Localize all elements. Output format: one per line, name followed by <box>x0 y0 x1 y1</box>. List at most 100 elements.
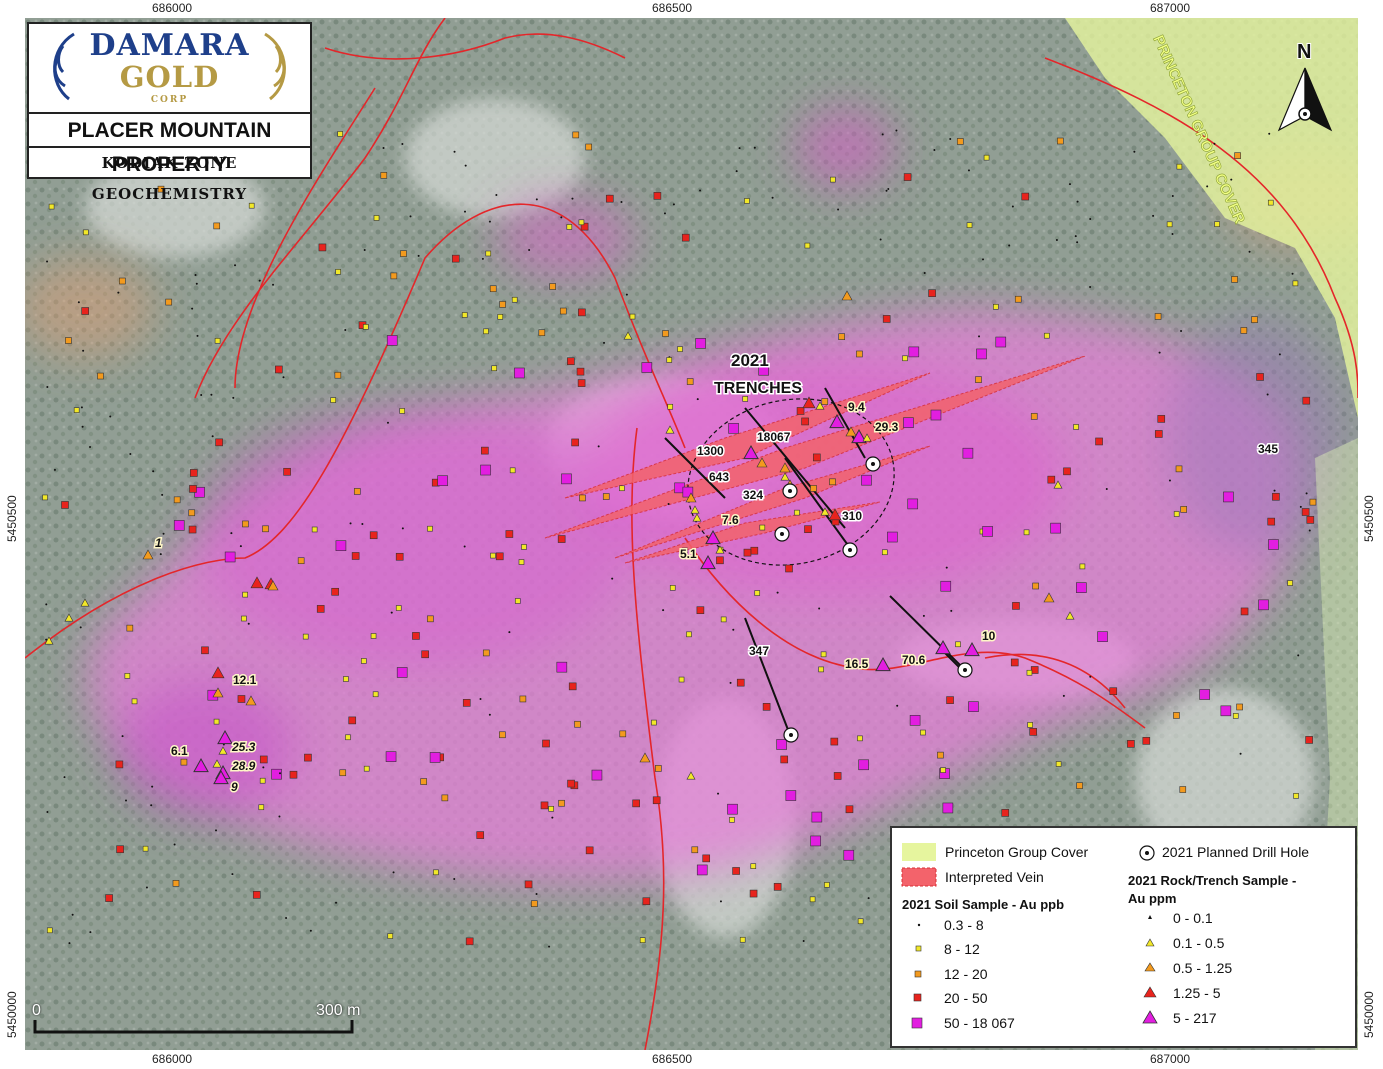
soil-sample <box>1258 599 1269 611</box>
soil-sample <box>802 940 805 943</box>
soil-sample <box>602 493 610 500</box>
soil-sample <box>548 805 554 812</box>
grid-label-left-5450000: 5450000 <box>5 991 19 1038</box>
soil-sample <box>585 846 594 855</box>
drill-hole[interactable] <box>842 542 858 558</box>
soil-sample <box>465 937 474 946</box>
soil-sample <box>629 313 636 320</box>
soil-sample <box>387 933 394 939</box>
sample-label: 324 <box>743 488 763 502</box>
soil-sample <box>105 894 113 902</box>
soil-sample <box>451 254 460 263</box>
drill-hole[interactable] <box>783 727 799 743</box>
soil-sample <box>804 525 812 533</box>
soil-sample <box>716 556 724 565</box>
soil-sample <box>750 863 757 869</box>
soil-sample <box>489 285 497 293</box>
grid-label-bottom-686500: 686500 <box>652 1052 693 1066</box>
soil-sample <box>278 815 281 818</box>
soil-sample <box>46 260 49 263</box>
soil-sample <box>1267 517 1276 526</box>
soil-sample <box>578 308 586 317</box>
soil-sample <box>125 799 128 802</box>
soil-sample <box>810 835 821 847</box>
soil-sample <box>117 291 120 294</box>
soil-sample <box>812 453 821 462</box>
soil-sample <box>68 942 71 945</box>
soil-sample <box>1166 221 1173 228</box>
soil-sample <box>695 338 706 349</box>
soil-sample <box>499 731 506 739</box>
soil-sample <box>531 900 538 908</box>
soil-sample <box>464 164 467 167</box>
soil-sample <box>881 549 888 556</box>
soil-sample <box>318 243 327 252</box>
soil-sample <box>1023 529 1030 536</box>
soil-sample <box>1154 430 1163 438</box>
soil-sample <box>363 765 370 772</box>
soil-sample <box>743 548 752 557</box>
soil-sample <box>833 772 842 780</box>
soil-sample <box>785 564 793 573</box>
soil-sample <box>1076 782 1083 789</box>
soil-sample <box>1173 712 1180 719</box>
soil-sample <box>194 273 197 276</box>
soil-sample <box>488 220 491 223</box>
soil-sample <box>1089 217 1092 220</box>
soil-sample <box>53 468 56 471</box>
soil-sample <box>189 469 198 477</box>
soil-sample <box>152 470 155 473</box>
soil-sample <box>360 658 367 664</box>
soil-sample <box>867 897 870 900</box>
soil-sample <box>302 633 309 640</box>
soil-sample <box>879 238 882 241</box>
soil-sample <box>699 189 702 192</box>
sample-label: 18067 <box>757 430 791 444</box>
soil-sample <box>662 609 665 612</box>
soil-sample <box>61 501 69 509</box>
soil-sample <box>605 194 614 203</box>
soil-sample <box>239 545 242 548</box>
soil-sample <box>579 494 586 502</box>
soil-sample <box>278 772 281 775</box>
soil-sample <box>1273 489 1276 492</box>
soil-sample <box>903 173 912 181</box>
soil-sample <box>801 417 809 426</box>
soil-sample <box>65 337 72 344</box>
soil-sample <box>950 609 953 612</box>
soil-sample <box>1012 602 1020 610</box>
grid-label-top-686000: 686000 <box>152 1 193 15</box>
sample-label: 1 <box>155 536 162 550</box>
sample-label: 28.9 <box>231 759 256 773</box>
soil-sample <box>818 607 821 610</box>
drill-hole[interactable] <box>957 662 973 678</box>
soil-sample <box>1030 413 1038 420</box>
soil-sample <box>234 264 237 267</box>
north-arrow-label: N <box>1297 41 1311 63</box>
soil-sample <box>159 553 162 556</box>
soil-sample <box>353 488 361 495</box>
soil-sample <box>983 154 990 161</box>
map-legend: Princeton Group Cover Interpreted Vein 2… <box>890 826 1357 1048</box>
scale-bar: 0 300 m <box>32 1002 392 1042</box>
drill-hole[interactable] <box>774 526 790 542</box>
soil-sample <box>334 371 342 379</box>
legend-rock-heading: 2021 Rock/Trench Sample - <box>1128 873 1297 888</box>
soil-sample <box>1168 479 1171 482</box>
drill-hole[interactable] <box>782 483 798 499</box>
drill-hole[interactable] <box>865 456 881 472</box>
sample-label: 25.3 <box>231 740 256 754</box>
soil-sample <box>213 718 220 725</box>
soil-sample <box>976 348 987 360</box>
soil-sample <box>1292 280 1299 287</box>
legend-soil-class: 12 - 20 <box>944 966 988 982</box>
soil-sample <box>750 546 759 555</box>
rock-class-1-icon <box>1148 915 1152 919</box>
legend-soil-class: 8 - 12 <box>944 941 980 957</box>
soil-sample <box>576 367 585 376</box>
soil-sample <box>1299 505 1302 508</box>
soil-sample <box>776 591 779 594</box>
property-title: PLACER MOUNTAIN PROPERTY <box>29 112 310 176</box>
soil-sample <box>173 843 176 846</box>
soil-sample <box>362 324 369 330</box>
